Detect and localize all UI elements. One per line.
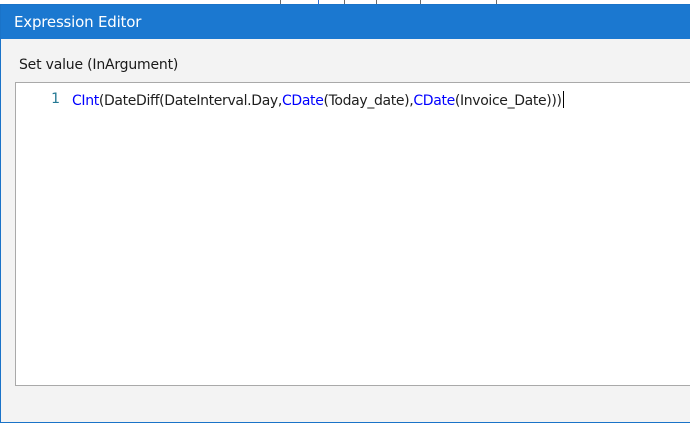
code-keyword: CDate xyxy=(413,93,455,109)
code-text: (DateDiff(DateInterval.Day, xyxy=(98,93,282,109)
text-caret xyxy=(562,91,564,108)
expression-editor-dialog: Expression Editor Set value (InArgument)… xyxy=(0,4,690,423)
code-line[interactable]: CInt(DateDiff(DateInterval.Day,CDate(Tod… xyxy=(72,91,564,109)
code-text: (Today_date), xyxy=(323,93,414,109)
expression-input[interactable]: 1 CInt(DateDiff(DateInterval.Day,CDate(T… xyxy=(15,82,690,386)
code-keyword: CDate xyxy=(281,93,324,109)
dialog-title: Expression Editor xyxy=(1,5,690,39)
code-text: (Invoice_Date))) xyxy=(454,93,562,109)
code-keyword: CInt xyxy=(72,93,99,109)
field-label: Set value (InArgument) xyxy=(19,57,179,73)
line-number: 1 xyxy=(51,91,60,107)
